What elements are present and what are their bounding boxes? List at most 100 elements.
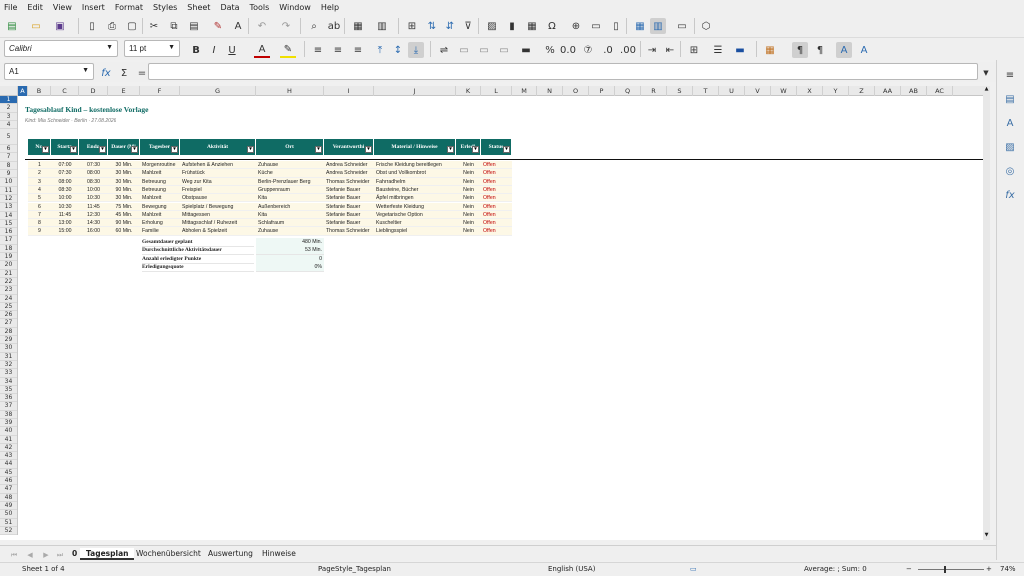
italic-icon[interactable]: I: [206, 42, 222, 58]
column-header-j[interactable]: J: [374, 86, 456, 96]
column-header-m[interactable]: M: [512, 86, 537, 96]
find-replace-icon[interactable]: ⌕: [306, 18, 322, 34]
row-header[interactable]: 46: [0, 477, 17, 486]
special-character-icon[interactable]: Ω: [544, 18, 560, 34]
column-header-s[interactable]: S: [667, 86, 693, 96]
column-header-n[interactable]: N: [537, 86, 563, 96]
table-cell[interactable]: Betreuung: [142, 178, 178, 186]
table-cell[interactable]: Thomas Schneider: [326, 227, 372, 235]
row-header[interactable]: 44: [0, 460, 17, 469]
pivot-table-icon[interactable]: ▦: [524, 18, 540, 34]
autofilter-dropdown-icon[interactable]: ▾: [365, 146, 372, 153]
table-cell[interactable]: 08:30: [53, 186, 77, 194]
row-header[interactable]: 41: [0, 436, 17, 444]
table-cell[interactable]: Äpfel mitbringen: [376, 194, 454, 202]
table-cell[interactable]: Nein: [458, 203, 479, 211]
menu-item-sheet[interactable]: Sheet: [187, 3, 210, 12]
row-header[interactable]: 40: [0, 427, 17, 436]
column-header-c[interactable]: C: [51, 86, 79, 96]
table-cell[interactable]: 08:00: [53, 178, 77, 186]
table-cell[interactable]: Freispiel: [182, 186, 254, 194]
borders-icon[interactable]: ⊞: [686, 42, 702, 58]
table-cell[interactable]: Spielplatz / Bewegung: [182, 203, 254, 211]
table-cell[interactable]: Stefanie Bauer: [326, 219, 372, 227]
row-header[interactable]: 36: [0, 394, 17, 403]
scroll-up-icon[interactable]: ▲: [983, 86, 990, 94]
border-color-icon[interactable]: ▬: [732, 42, 748, 58]
row-header[interactable]: 24: [0, 295, 17, 303]
percent-format-icon[interactable]: %: [542, 42, 558, 58]
column-header-ab[interactable]: AB: [901, 86, 927, 96]
table-cell[interactable]: Obst und Vollkornbrot: [376, 169, 454, 177]
table-cell[interactable]: Lieblingsspiel: [376, 227, 454, 235]
underline-icon[interactable]: U: [224, 42, 240, 58]
table-cell[interactable]: 10:30: [81, 194, 106, 202]
autofilter-dropdown-icon[interactable]: ▾: [42, 146, 49, 153]
column-header-d[interactable]: D: [79, 86, 108, 96]
menu-item-insert[interactable]: Insert: [82, 3, 105, 12]
table-cell[interactable]: Mahlzeit: [142, 169, 178, 177]
column-header-l[interactable]: L: [481, 86, 512, 96]
row-header[interactable]: 12: [0, 195, 17, 204]
table-cell[interactable]: Offen: [483, 178, 510, 186]
column-header-q[interactable]: Q: [615, 86, 641, 96]
clone-formatting-icon[interactable]: ✎: [210, 18, 226, 34]
table-cell[interactable]: Fahrradhelm: [376, 178, 454, 186]
comment-icon[interactable]: ▭: [588, 18, 604, 34]
table-cell[interactable]: 90 Min.: [110, 186, 138, 194]
table-cell[interactable]: Offen: [483, 161, 510, 169]
column-header-y[interactable]: Y: [823, 86, 849, 96]
new-document-icon[interactable]: ▤: [4, 18, 20, 34]
freeze-rows-columns-icon[interactable]: ▥: [650, 18, 666, 34]
table-cell[interactable]: 75 Min.: [110, 203, 138, 211]
table-cell[interactable]: Nein: [458, 227, 479, 235]
menu-item-window[interactable]: Window: [279, 3, 311, 12]
redo-icon[interactable]: ↷: [278, 18, 294, 34]
conditional-format-icon[interactable]: ▦: [762, 42, 778, 58]
show-draw-functions-icon[interactable]: ⬡: [698, 18, 714, 34]
prev-sheet-icon[interactable]: ◀: [22, 547, 38, 563]
table-cell[interactable]: 2: [30, 169, 49, 177]
text-direction-lr-icon[interactable]: A: [836, 42, 852, 58]
table-cell[interactable]: Kita: [258, 211, 322, 219]
row-header[interactable]: 33: [0, 369, 17, 378]
table-cell[interactable]: 08:30: [81, 178, 106, 186]
column-header-k[interactable]: K: [456, 86, 481, 96]
menu-item-data[interactable]: Data: [220, 3, 239, 12]
menu-item-file[interactable]: File: [4, 3, 17, 12]
sum-icon[interactable]: Σ: [116, 65, 132, 81]
expand-formula-icon[interactable]: ▼: [978, 65, 994, 81]
align-bottom-icon[interactable]: ⤓: [408, 42, 424, 58]
table-cell[interactable]: 1: [30, 161, 49, 169]
table-cell[interactable]: Mahlzeit: [142, 211, 178, 219]
function-wizard-icon[interactable]: fx: [98, 65, 114, 81]
border-style-icon[interactable]: ☰: [710, 42, 726, 58]
zoom-out-icon[interactable]: −: [906, 565, 912, 573]
table-cell[interactable]: 4: [30, 186, 49, 194]
export-pdf-icon[interactable]: ▯: [84, 18, 100, 34]
row-header[interactable]: 4: [0, 121, 17, 130]
column-header-ac[interactable]: AC: [927, 86, 953, 96]
table-cell[interactable]: Andrea Schneider: [326, 169, 372, 177]
column-header-i[interactable]: I: [324, 86, 374, 96]
row-header[interactable]: 8: [0, 162, 17, 171]
row-header[interactable]: 32: [0, 361, 17, 370]
table-cell[interactable]: Wetterfeste Kleidung: [376, 203, 454, 211]
column-header-z[interactable]: Z: [849, 86, 875, 96]
chevron-down-icon[interactable]: ▼: [82, 67, 89, 74]
table-cell[interactable]: 14:30: [81, 219, 106, 227]
align-left-icon[interactable]: ≡: [310, 42, 326, 58]
selection-mode-icon[interactable]: ▭: [690, 565, 697, 573]
wrap-text-icon[interactable]: ⇌: [436, 42, 452, 58]
currency-format-icon[interactable]: ▬: [518, 42, 534, 58]
row-header[interactable]: 38: [0, 411, 17, 419]
table-cell[interactable]: 10:00: [53, 194, 77, 202]
table-cell[interactable]: Mittagsschlaf / Ruhezeit: [182, 219, 254, 227]
zoom-in-icon[interactable]: +: [986, 565, 992, 573]
table-cell[interactable]: Offen: [483, 227, 510, 235]
table-cell[interactable]: Stefanie Bauer: [326, 203, 372, 211]
menu-item-view[interactable]: View: [53, 3, 72, 12]
autofilter-icon[interactable]: ⊽: [460, 18, 476, 34]
functions-icon[interactable]: fx: [1003, 188, 1017, 202]
column-icon[interactable]: ▥: [374, 18, 390, 34]
